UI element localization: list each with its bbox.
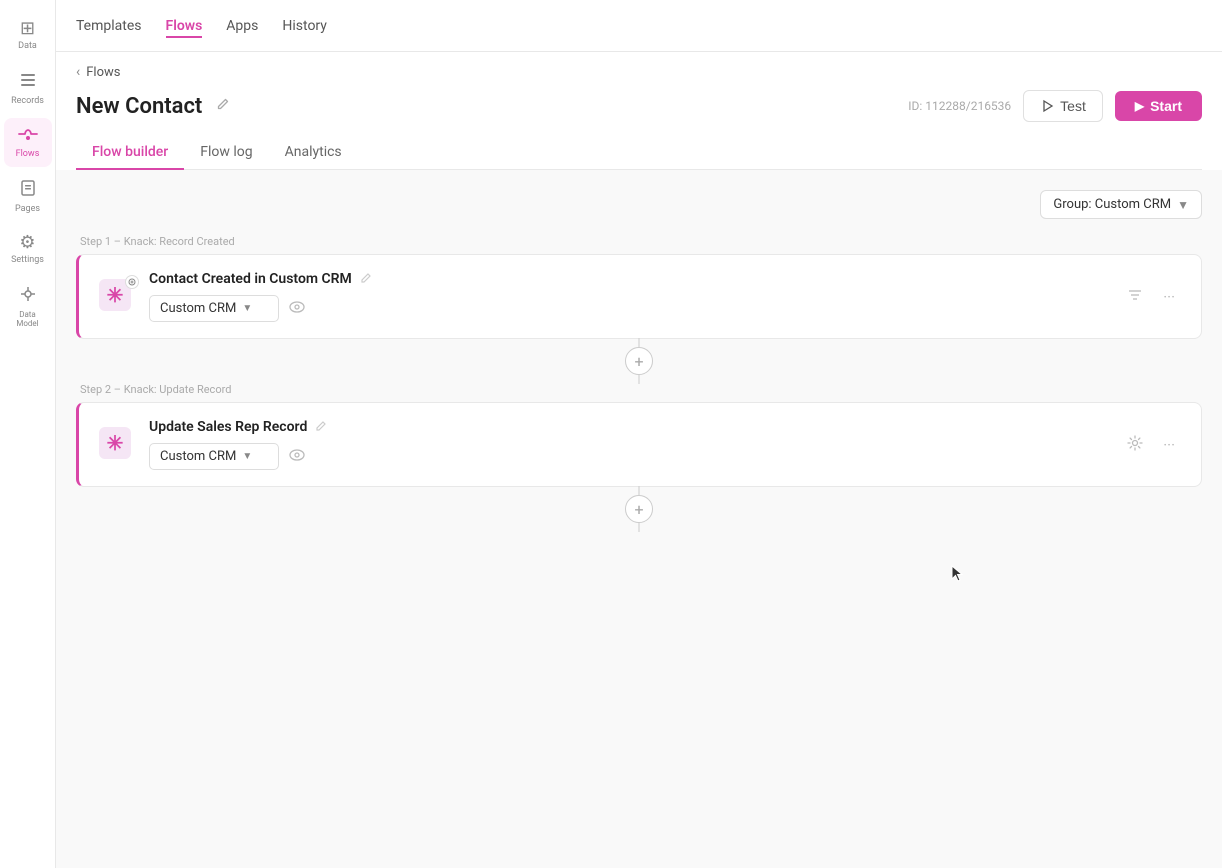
step1-edit-icon[interactable] [360,272,372,287]
step1-dd-chevron-icon: ▼ [242,303,252,314]
group-selector-label: Group: Custom CRM [1053,197,1171,212]
records-icon [19,71,37,93]
flow-title-right: ID: 112288/216536 Test ▶ Start [908,90,1202,122]
step2-actions: ··· [1121,431,1181,459]
step2-dropdown-value: Custom CRM [160,449,236,464]
nav-item-templates[interactable]: Templates [76,14,142,38]
sidebar-item-settings[interactable]: ⚙ Settings [4,226,52,273]
main-content: Templates Flows Apps History ‹ Flows New… [56,0,1222,868]
edit-title-button[interactable] [212,93,234,119]
step1-selector: Custom CRM ▼ [149,295,1107,322]
sidebar-item-pages[interactable]: Pages [4,171,52,222]
data-model-icon [19,285,37,307]
step2-selector: Custom CRM ▼ [149,443,1107,470]
step2-edit-icon[interactable] [315,420,327,435]
sidebar-item-records[interactable]: Records [4,63,52,114]
step2-info: Update Sales Rep Record Custom CRM ▼ [149,419,1107,470]
step2-card: ✳ Update Sales Rep Record [76,402,1202,487]
test-button[interactable]: Test [1023,90,1103,122]
pages-icon [19,179,37,201]
nav-item-flows[interactable]: Flows [166,14,203,38]
step2-label: Step 2 – Knack: Update Record [76,383,1202,396]
step1-card: ✳ Contact Created in Custom CRM [76,254,1202,339]
play-icon: ▶ [1135,99,1144,113]
step1-icon-wrap: ✳ [99,279,135,315]
plus-connector-2: + [76,487,1202,531]
sidebar-label-data: Data [18,41,37,51]
sidebar-item-data[interactable]: ⊞ Data [4,12,52,59]
breadcrumb: ‹ Flows [76,64,1202,80]
start-button-label: Start [1150,98,1182,114]
breadcrumb-flows-link[interactable]: Flows [86,65,120,80]
tab-flow-log[interactable]: Flow log [184,136,268,170]
start-button[interactable]: ▶ Start [1115,91,1202,121]
step2-dd-chevron-icon: ▼ [242,451,252,462]
plus-connector-1: + [76,339,1202,383]
page-header: ‹ Flows New Contact ID: 112288/216536 Te [56,52,1222,170]
step1-label: Step 1 – Knack: Record Created [76,235,1202,248]
flow-title-row: New Contact ID: 112288/216536 Test ▶ [76,90,1202,122]
step1-filter-icon[interactable] [1121,284,1149,310]
step2-title-row: Update Sales Rep Record [149,419,1107,435]
flow-title-left: New Contact [76,93,234,119]
step2-more-icon[interactable]: ··· [1157,432,1181,458]
sub-nav: Flow builder Flow log Analytics [76,136,1202,170]
step1-more-icon[interactable]: ··· [1157,284,1181,310]
tab-analytics[interactable]: Analytics [269,136,358,170]
step1-dropdown-value: Custom CRM [160,301,236,316]
step1-asterisk-icon: ✳ [107,285,124,305]
sidebar-label-settings: Settings [11,255,44,265]
step1-eye-icon[interactable] [285,297,309,321]
step2-title-text: Update Sales Rep Record [149,419,307,435]
sidebar: ⊞ Data Records Flows P [0,0,56,868]
sidebar-label-records: Records [11,96,44,106]
group-selector[interactable]: Group: Custom CRM ▼ [1040,190,1202,219]
group-selector-row: Group: Custom CRM ▼ [76,190,1202,219]
sidebar-label-flows: Flows [16,149,40,159]
step2-dropdown[interactable]: Custom CRM ▼ [149,443,279,470]
page-title: New Contact [76,94,202,119]
step2-container: Step 2 – Knack: Update Record ✳ Update S… [76,383,1202,487]
step1-info: Contact Created in Custom CRM Custom CRM… [149,271,1107,322]
step1-actions: ··· [1121,284,1181,310]
step1-dropdown[interactable]: Custom CRM ▼ [149,295,279,322]
top-nav: Templates Flows Apps History [56,0,1222,52]
sidebar-item-data-model[interactable]: Data Model [4,277,52,336]
chevron-down-icon: ▼ [1177,198,1189,212]
step1-badge [125,275,139,289]
step1-title-text: Contact Created in Custom CRM [149,271,352,287]
flow-id: ID: 112288/216536 [908,99,1011,113]
step2-icon-bg: ✳ [99,427,131,459]
step2-eye-icon[interactable] [285,445,309,469]
sidebar-label-data-model: Data Model [8,310,48,328]
step1-container: Step 1 – Knack: Record Created ✳ [76,235,1202,339]
back-arrow-icon: ‹ [76,64,80,80]
add-step-button-1[interactable]: + [625,347,653,375]
nav-item-history[interactable]: History [282,14,327,38]
add-step-button-2[interactable]: + [625,495,653,523]
tab-flow-builder[interactable]: Flow builder [76,136,184,170]
flows-icon [18,126,38,146]
nav-item-apps[interactable]: Apps [226,14,258,38]
content-area: Group: Custom CRM ▼ Step 1 – Knack: Reco… [56,170,1222,868]
sidebar-label-pages: Pages [15,204,40,214]
step2-gear-icon[interactable] [1121,431,1149,459]
step2-asterisk-icon: ✳ [107,433,124,453]
step2-icon-wrap: ✳ [99,427,135,463]
test-button-label: Test [1060,98,1086,114]
settings-icon: ⚙ [19,234,35,252]
data-icon: ⊞ [20,20,35,38]
step1-title-row: Contact Created in Custom CRM [149,271,1107,287]
sidebar-item-flows[interactable]: Flows [4,118,52,167]
